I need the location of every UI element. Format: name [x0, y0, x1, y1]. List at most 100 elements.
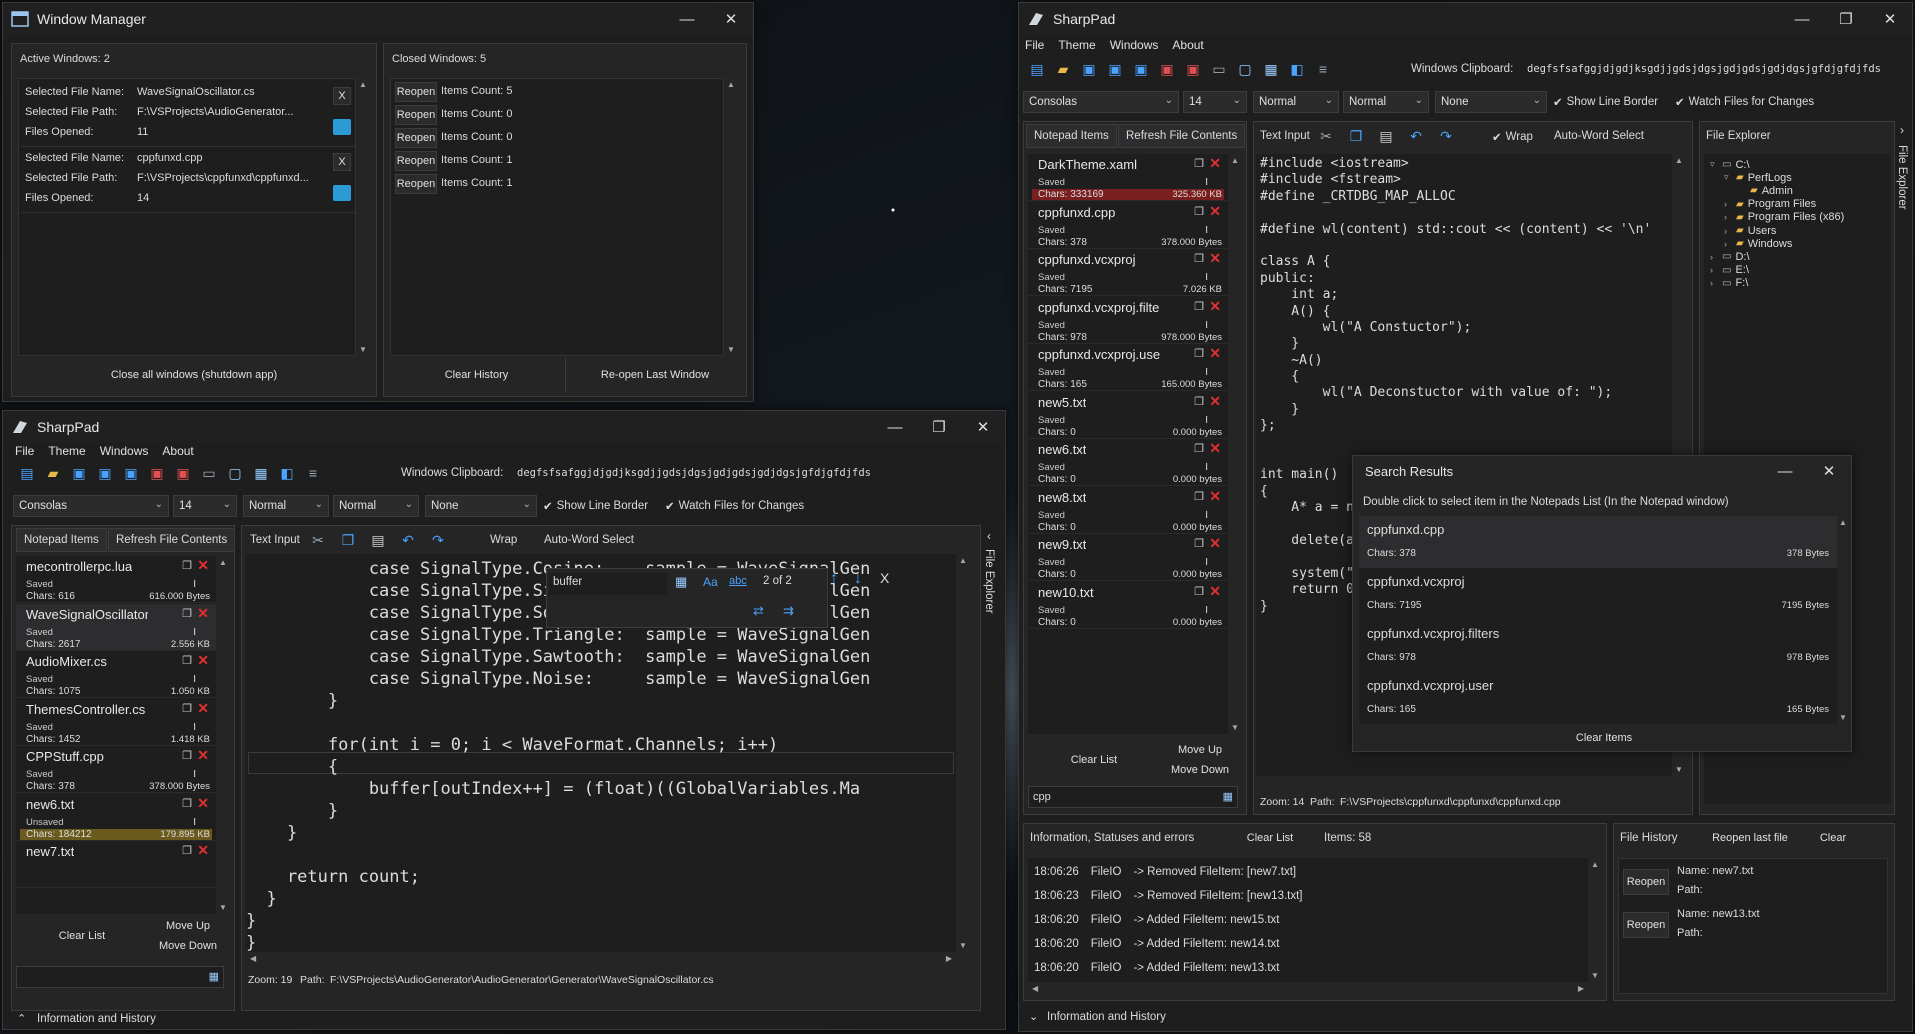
- expander-icon[interactable]: ›: [1710, 278, 1718, 288]
- whole-word-toggle[interactable]: abc: [729, 575, 747, 587]
- show-line-border-checkbox[interactable]: ✔ Show Line Border: [543, 499, 648, 513]
- font-weight-select[interactable]: Normal ⌄: [243, 495, 329, 517]
- cut-icon[interactable]: ✂: [1316, 126, 1336, 146]
- text-decoration-select[interactable]: None ⌄: [1435, 91, 1547, 113]
- search-result-item[interactable]: cppfunxd.cpp Chars: 378 378 Bytes: [1359, 516, 1837, 568]
- expander-icon[interactable]: ▿: [1710, 159, 1718, 170]
- tree-node[interactable]: › ▭ E:\: [1710, 264, 1749, 277]
- title-bar[interactable]: SharpPad — ❐ ✕: [1019, 3, 1912, 35]
- notepad-item[interactable]: DarkTheme.xaml Saved Chars: 333169 325.360 …: [1028, 154, 1228, 201]
- search-icon[interactable]: ▦: [209, 970, 219, 983]
- move-up-button[interactable]: Move Up: [146, 916, 230, 936]
- save-all-icon[interactable]: ▣: [1131, 59, 1151, 79]
- collapse-panel-icon[interactable]: ◧: [277, 463, 297, 483]
- editor-vscrollbar[interactable]: ▲ ▼: [956, 554, 970, 952]
- move-down-button[interactable]: Move Down: [1158, 760, 1242, 780]
- font-family-select[interactable]: Consolas ⌄: [13, 495, 169, 517]
- menu-theme[interactable]: Theme: [1058, 38, 1095, 52]
- menu-file[interactable]: File: [15, 444, 34, 458]
- close-notepad-icon[interactable]: ✕: [197, 557, 209, 574]
- tree-node[interactable]: ▰ Admin: [1738, 184, 1793, 197]
- reopen-button[interactable]: Reopen: [395, 151, 437, 171]
- notepad-item[interactable]: WaveSignalOscillator.cs SavedChars: 2617 2…: [16, 603, 216, 651]
- close-button[interactable]: ✕: [1868, 3, 1912, 35]
- close-file-icon[interactable]: ▣: [147, 463, 167, 483]
- font-style-select[interactable]: Normal ⌄: [1343, 91, 1429, 113]
- auto-word-select-toggle[interactable]: Auto-Word Select: [1554, 130, 1644, 142]
- close-window-button[interactable]: X: [333, 87, 351, 105]
- close-notepad-icon[interactable]: ✕: [197, 652, 209, 669]
- clear-list-button[interactable]: Clear List: [1044, 748, 1144, 772]
- info-hscrollbar[interactable]: ◀ ▶: [1028, 982, 1588, 996]
- close-notepad-icon[interactable]: ✕: [1209, 583, 1221, 600]
- redo-icon[interactable]: ↷: [1436, 126, 1456, 146]
- info-vscrollbar[interactable]: ▲ ▼: [1588, 858, 1602, 982]
- close-notepad-icon[interactable]: ✕: [1209, 488, 1221, 505]
- reopen-button[interactable]: Reopen: [395, 82, 437, 102]
- notepad-item[interactable]: new9.txt Saved Chars: 0 0.000 bytes I ❐ ✕: [1028, 534, 1228, 581]
- tree-node[interactable]: › ▰ Program Files: [1724, 198, 1816, 211]
- show-window-icon[interactable]: [333, 185, 351, 201]
- menu-about[interactable]: About: [162, 444, 193, 458]
- font-size-select[interactable]: 14 ⌄: [1183, 91, 1247, 113]
- tree-node[interactable]: ▿ ▰ PerfLogs: [1724, 171, 1792, 184]
- active-window-item[interactable]: Selected File Name: cppfunxd.cpp Selecte…: [21, 147, 355, 213]
- notepad-item[interactable]: cppfunxd.vcxproj Saved Chars: 7195 7.026 KB…: [1028, 249, 1228, 296]
- active-window-item[interactable]: Selected File Name: WaveSignalOscillator…: [21, 81, 355, 147]
- minimize-button[interactable]: —: [665, 3, 709, 35]
- match-case-toggle[interactable]: Aa: [703, 575, 718, 589]
- chevron-right-icon[interactable]: ›: [1900, 123, 1904, 137]
- expander-icon[interactable]: ▿: [1724, 172, 1732, 183]
- close-notepad-icon[interactable]: ✕: [197, 795, 209, 812]
- copy-icon[interactable]: ❐: [338, 530, 358, 550]
- refresh-file-contents-button[interactable]: Refresh File Contents: [1118, 124, 1246, 148]
- tree-node[interactable]: › ▰ Windows: [1724, 237, 1792, 250]
- undo-icon[interactable]: ↶: [398, 530, 418, 550]
- replace-icon[interactable]: ⇄: [753, 603, 764, 619]
- refresh-file-contents-button[interactable]: Refresh File Contents: [108, 528, 236, 552]
- watch-files-checkbox[interactable]: ✔ Watch Files for Changes: [1675, 95, 1814, 109]
- notepad-item[interactable]: cppfunxd.vcxproj.user Saved Chars: 165 165.…: [1028, 344, 1228, 391]
- reopen-last-file-button[interactable]: Reopen last file: [1702, 826, 1798, 850]
- list-icon[interactable]: ≡: [1313, 59, 1333, 79]
- undo-icon[interactable]: ↶: [1406, 126, 1426, 146]
- reopen-last-window-button[interactable]: Re-open Last Window: [566, 358, 744, 392]
- popout-icon[interactable]: ❐: [1194, 490, 1204, 503]
- popout-icon[interactable]: ❐: [1194, 157, 1204, 170]
- save-as-icon[interactable]: ▣: [95, 463, 115, 483]
- close-notepad-icon[interactable]: ✕: [197, 700, 209, 717]
- close-button[interactable]: ✕: [961, 411, 1005, 443]
- clear-list-button[interactable]: Clear List: [32, 924, 132, 948]
- code-editor[interactable]: case SignalType.Cosine: sample = WaveSig…: [246, 554, 956, 952]
- editor-hscrollbar[interactable]: ◀ ▶: [246, 952, 956, 966]
- previous-match-icon[interactable]: ↑: [830, 570, 838, 588]
- close-notepad-icon[interactable]: ✕: [1209, 440, 1221, 457]
- tree-node[interactable]: › ▰ Users: [1724, 224, 1776, 237]
- move-up-button[interactable]: Move Up: [1158, 740, 1242, 760]
- reopen-button[interactable]: Reopen: [395, 174, 437, 194]
- maximize-button[interactable]: ❐: [917, 411, 961, 443]
- info-history-bar[interactable]: ⌄ Information and History: [1019, 1007, 1912, 1029]
- notepad-scrollbar[interactable]: ▲ ▼: [1228, 154, 1242, 734]
- notepad-item[interactable]: cppfunxd.cpp Saved Chars: 378 378.000 Bytes…: [1028, 202, 1228, 249]
- font-family-select[interactable]: Consolas ⌄: [1023, 91, 1179, 113]
- expander-icon[interactable]: ›: [1724, 199, 1732, 209]
- menu-file[interactable]: File: [1025, 38, 1044, 52]
- notepad-item[interactable]: new10.txt Saved Chars: 0 0.000 bytes I ❐ ✕: [1028, 582, 1228, 629]
- save-as-icon[interactable]: ▣: [1105, 59, 1125, 79]
- auto-word-select-toggle[interactable]: Auto-Word Select: [544, 534, 634, 546]
- notepad-item[interactable]: new6.txt Unsaved Chars: 184212 179.895 KB I ❐…: [16, 794, 216, 841]
- file-explorer-sidebar[interactable]: ‹ File Explorer: [981, 525, 1003, 1011]
- menu-about[interactable]: About: [1172, 38, 1203, 52]
- new-file-icon[interactable]: ▤: [17, 463, 37, 483]
- notepad-item[interactable]: new6.txt Saved Chars: 0 0.000 bytes I ❐ ✕: [1028, 439, 1228, 486]
- copy-icon[interactable]: ❐: [1346, 126, 1366, 146]
- save-all-icon[interactable]: ▣: [121, 463, 141, 483]
- expander-icon[interactable]: ›: [1724, 239, 1732, 249]
- reopen-button[interactable]: Reopen: [395, 128, 437, 148]
- notepad-item[interactable]: new7.txt ❐ ✕: [16, 841, 216, 888]
- save-icon[interactable]: ▣: [1079, 59, 1099, 79]
- clear-info-button[interactable]: Clear List: [1230, 826, 1310, 850]
- print-icon[interactable]: ▭: [199, 463, 219, 483]
- close-all-icon[interactable]: ▣: [1183, 59, 1203, 79]
